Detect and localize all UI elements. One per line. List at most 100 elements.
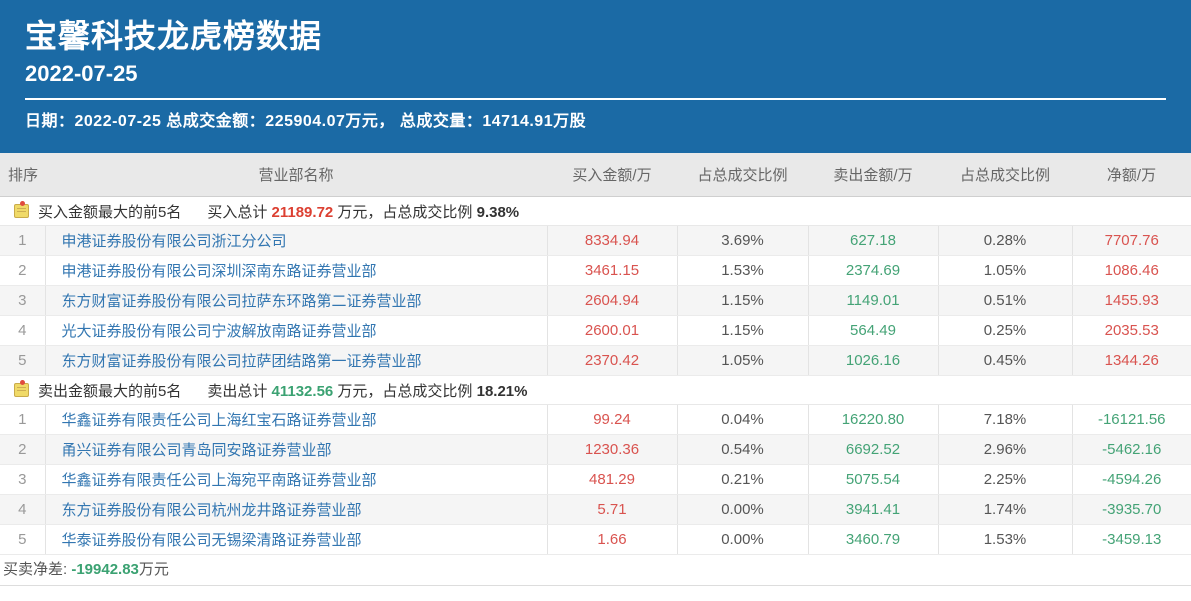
section-summary-prefix: 卖出总计 <box>207 383 271 400</box>
cell-net-amount: 1086.46 <box>1072 256 1191 286</box>
table-header-row: 排序 营业部名称 买入金额/万 占总成交比例 卖出金额/万 占总成交比例 净额/… <box>0 153 1191 197</box>
buy-row-2: 2申港证券股份有限公司深圳深南东路证券营业部3461.151.53%2374.6… <box>0 256 1191 286</box>
cell-buy-amount: 3461.15 <box>547 256 677 286</box>
cell-buy-amount: 1.66 <box>547 525 677 555</box>
section-summary-mid: 万元，占总成交比例 <box>333 383 476 400</box>
buy-row-5: 5东方财富证券股份有限公司拉萨团结路第一证券营业部2370.421.05%102… <box>0 346 1191 376</box>
page-title: 宝馨科技龙虎榜数据 <box>0 0 1191 56</box>
masthead: 宝馨科技龙虎榜数据 2022-07-25 日期：2022-07-25 总成交金额… <box>0 0 1191 153</box>
sell-row-3: 3华鑫证券有限责任公司上海宛平南路证券营业部481.290.21%5075.54… <box>0 465 1191 495</box>
broker-name-link[interactable]: 东方财富证券股份有限公司拉萨团结路第一证券营业部 <box>45 346 547 376</box>
cell-buy-pct: 0.00% <box>677 525 808 555</box>
col-header-sell: 卖出金额/万 <box>808 153 938 197</box>
cell-net-amount: 1455.93 <box>1072 286 1191 316</box>
net-diff-label: 买卖净差: <box>3 561 71 578</box>
page-date: 2022-07-25 <box>0 56 1191 88</box>
cell-buy-pct: 1.53% <box>677 256 808 286</box>
cell-sell-pct: 2.25% <box>938 465 1072 495</box>
section-title-buy: 买入金额最大的前5名 <box>38 204 181 221</box>
cell-sell-pct: 1.53% <box>938 525 1072 555</box>
cell-sell-amount: 627.18 <box>808 226 938 256</box>
cell-sell-pct: 1.05% <box>938 256 1072 286</box>
cell-net-amount: -3935.70 <box>1072 495 1191 525</box>
cell-sell-pct: 2.96% <box>938 435 1072 465</box>
cell-buy-amount: 5.71 <box>547 495 677 525</box>
sell-row-5: 5华泰证券股份有限公司无锡梁清路证券营业部1.660.00%3460.791.5… <box>0 525 1191 555</box>
cell-rank: 5 <box>0 525 45 555</box>
section-title-sell: 卖出金额最大的前5名 <box>38 383 181 400</box>
section-ratio-sell: 18.21% <box>477 383 528 400</box>
cell-buy-amount: 99.24 <box>547 405 677 435</box>
section-ratio-buy: 9.38% <box>477 204 520 221</box>
sell-row-1: 1华鑫证券有限责任公司上海红宝石路证券营业部99.240.04%16220.80… <box>0 405 1191 435</box>
col-header-buy: 买入金额/万 <box>547 153 677 197</box>
cell-rank: 5 <box>0 346 45 376</box>
cell-buy-amount: 2370.42 <box>547 346 677 376</box>
cell-sell-amount: 16220.80 <box>808 405 938 435</box>
section-header-buy: 买入金额最大的前5名买入总计 21189.72 万元，占总成交比例 9.38% <box>0 197 1191 226</box>
cell-sell-amount: 6692.52 <box>808 435 938 465</box>
col-header-buy-pct: 占总成交比例 <box>677 153 808 197</box>
cell-rank: 3 <box>0 465 45 495</box>
lhb-page: 宝馨科技龙虎榜数据 2022-07-25 日期：2022-07-25 总成交金额… <box>0 0 1191 601</box>
cell-sell-pct: 0.45% <box>938 346 1072 376</box>
section-total-sell: 41132.56 <box>272 383 334 400</box>
cell-buy-pct: 0.04% <box>677 405 808 435</box>
cell-buy-pct: 1.15% <box>677 286 808 316</box>
summary-info-bar: 日期：2022-07-25 总成交金额：225904.07万元， 总成交量：14… <box>0 100 1191 132</box>
cell-buy-pct: 1.15% <box>677 316 808 346</box>
broker-name-link[interactable]: 甬兴证券有限公司青岛同安路证券营业部 <box>45 435 547 465</box>
sell-row-2: 2甬兴证券有限公司青岛同安路证券营业部1230.360.54%6692.522.… <box>0 435 1191 465</box>
cell-buy-pct: 0.54% <box>677 435 808 465</box>
cell-sell-amount: 5075.54 <box>808 465 938 495</box>
buy-row-3: 3东方财富证券股份有限公司拉萨东环路第二证券营业部2604.941.15%114… <box>0 286 1191 316</box>
cell-rank: 2 <box>0 435 45 465</box>
cell-sell-pct: 0.51% <box>938 286 1072 316</box>
cell-net-amount: 1344.26 <box>1072 346 1191 376</box>
broker-name-link[interactable]: 华鑫证券有限责任公司上海宛平南路证券营业部 <box>45 465 547 495</box>
net-diff-unit: 万元 <box>139 561 169 578</box>
cell-net-amount: -16121.56 <box>1072 405 1191 435</box>
col-header-rank: 排序 <box>0 153 45 197</box>
cell-sell-amount: 3941.41 <box>808 495 938 525</box>
cell-buy-pct: 3.69% <box>677 226 808 256</box>
broker-name-link[interactable]: 申港证券股份有限公司浙江分公司 <box>45 226 547 256</box>
section-summary-prefix: 买入总计 <box>207 204 271 221</box>
broker-name-link[interactable]: 东方财富证券股份有限公司拉萨东环路第二证券营业部 <box>45 286 547 316</box>
note-icon <box>14 383 29 397</box>
net-difference-footer: 买卖净差: -19942.83万元 <box>0 555 1191 586</box>
cell-buy-amount: 1230.36 <box>547 435 677 465</box>
broker-name-link[interactable]: 光大证券股份有限公司宁波解放南路证券营业部 <box>45 316 547 346</box>
cell-buy-pct: 0.00% <box>677 495 808 525</box>
cell-rank: 1 <box>0 226 45 256</box>
sell-row-4: 4东方证券股份有限公司杭州龙井路证券营业部5.710.00%3941.411.7… <box>0 495 1191 525</box>
cell-net-amount: 7707.76 <box>1072 226 1191 256</box>
cell-sell-amount: 1149.01 <box>808 286 938 316</box>
net-diff-value: -19942.83 <box>71 561 139 578</box>
broker-name-link[interactable]: 华鑫证券有限责任公司上海红宝石路证券营业部 <box>45 405 547 435</box>
buy-row-1: 1申港证券股份有限公司浙江分公司8334.943.69%627.180.28%7… <box>0 226 1191 256</box>
broker-name-link[interactable]: 申港证券股份有限公司深圳深南东路证券营业部 <box>45 256 547 286</box>
cell-sell-amount: 2374.69 <box>808 256 938 286</box>
cell-buy-amount: 481.29 <box>547 465 677 495</box>
cell-buy-amount: 2604.94 <box>547 286 677 316</box>
cell-buy-amount: 8334.94 <box>547 226 677 256</box>
cell-buy-pct: 1.05% <box>677 346 808 376</box>
cell-sell-amount: 1026.16 <box>808 346 938 376</box>
col-header-sell-pct: 占总成交比例 <box>938 153 1072 197</box>
cell-sell-pct: 0.28% <box>938 226 1072 256</box>
cell-sell-pct: 1.74% <box>938 495 1072 525</box>
cell-sell-amount: 564.49 <box>808 316 938 346</box>
buy-row-4: 4光大证券股份有限公司宁波解放南路证券营业部2600.011.15%564.49… <box>0 316 1191 346</box>
section-header-sell: 卖出金额最大的前5名 卖出总计 41132.56 万元，占总成交比例 18.21% <box>0 376 1191 405</box>
cell-net-amount: -3459.13 <box>1072 525 1191 555</box>
cell-rank: 3 <box>0 286 45 316</box>
cell-net-amount: -5462.16 <box>1072 435 1191 465</box>
cell-rank: 1 <box>0 405 45 435</box>
cell-buy-amount: 2600.01 <box>547 316 677 346</box>
cell-sell-pct: 0.25% <box>938 316 1072 346</box>
broker-name-link[interactable]: 东方证券股份有限公司杭州龙井路证券营业部 <box>45 495 547 525</box>
broker-name-link[interactable]: 华泰证券股份有限公司无锡梁清路证券营业部 <box>45 525 547 555</box>
cell-net-amount: 2035.53 <box>1072 316 1191 346</box>
col-header-broker: 营业部名称 <box>45 153 547 197</box>
